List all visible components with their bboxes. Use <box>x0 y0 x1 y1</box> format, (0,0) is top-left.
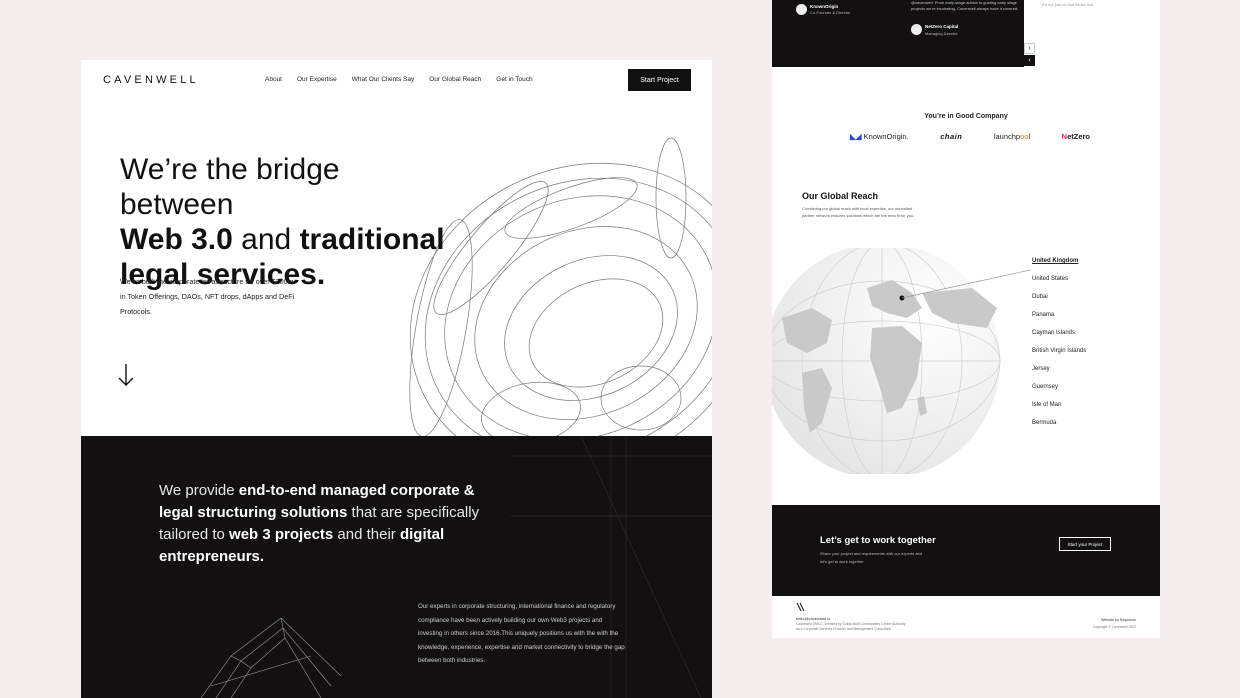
avatar <box>911 24 922 35</box>
footer-copyright: Copyright © Cavenwell 2022 <box>1092 625 1136 629</box>
testimonials-section: KnownOrigin Co-Founder & Director @caven… <box>772 0 1024 67</box>
launchpool-text-c: l <box>1028 132 1031 141</box>
nav-link-contact[interactable]: Get in Touch <box>496 76 532 83</box>
homepage-mockup: CAVENWELL About Our Expertise What Our C… <box>81 60 712 698</box>
testimonial-side-text: It's not just us that thinks that <box>1042 2 1094 7</box>
nav-link-about[interactable]: About <box>265 76 282 83</box>
about-heading: We provide end-to-end managed corporate … <box>159 480 489 568</box>
about-bold-2: web 3 projects <box>229 526 334 543</box>
chain-logo: chain <box>940 132 963 141</box>
hero-and: and <box>232 223 300 256</box>
hero-bold-traditional: traditional <box>299 223 445 256</box>
netzero-logo: NetZero <box>1062 132 1090 141</box>
nav-link-reach[interactable]: Our Global Reach <box>429 76 481 83</box>
nav-links: About Our Expertise What Our Clients Say… <box>265 76 533 83</box>
hero-paragraph: We’ve built the corporate infrastructure… <box>120 277 295 316</box>
knownorigin-text: KnownOrigin. <box>863 132 909 141</box>
footer-logo-icon <box>796 602 805 612</box>
netzero-text: etZero <box>1067 132 1090 141</box>
country-item-united-states[interactable]: United States <box>1032 276 1086 294</box>
global-reach-title: Our Global Reach <box>802 191 879 201</box>
inner-page-mockup: KnownOrigin Co-Founder & Director @caven… <box>772 0 1160 638</box>
about-text-3: and their <box>333 526 400 543</box>
start-project-button[interactable]: Start Project <box>628 69 691 91</box>
about-paragraph: Our experts in corporate structuring, in… <box>418 603 625 664</box>
cta-title: Let’s get to work together <box>820 535 936 546</box>
hero-heading: We’re the bridge between Web 3.0 and tra… <box>120 152 460 292</box>
prev-testimonial-button[interactable]: ‹ <box>1024 55 1035 66</box>
top-nav: CAVENWELL About Our Expertise What Our C… <box>81 60 712 100</box>
launchpool-text-a: launchp <box>993 132 1021 141</box>
nav-link-clients[interactable]: What Our Clients Say <box>352 76 415 83</box>
testimonial-author-1: KnownOrigin <box>810 4 839 9</box>
country-item-jersey[interactable]: Jersey <box>1032 366 1086 384</box>
hero-bold-web3: Web 3.0 <box>120 223 233 256</box>
site-logo[interactable]: CAVENWELL <box>103 74 199 86</box>
country-list: United Kingdom United States Dubai Panam… <box>1032 258 1086 438</box>
hero-line-1: We’re the bridge between <box>120 153 340 221</box>
country-item-panama[interactable]: Panama <box>1032 312 1086 330</box>
country-item-united-kingdom[interactable]: United Kingdom <box>1032 258 1086 276</box>
cta-paragraph: Share your project and requirements with… <box>820 551 923 564</box>
country-connector-line <box>902 269 1031 299</box>
footer-email-link[interactable]: hello@cavenwell.io <box>796 616 830 621</box>
wireframe-shape-illustration <box>200 617 341 698</box>
testimonial-role-2: Managing Director <box>925 31 958 36</box>
testimonial-role-1: Co-Founder & Director <box>810 10 851 15</box>
avatar <box>796 4 807 15</box>
country-item-cayman-islands[interactable]: Cayman Islands <box>1032 330 1086 348</box>
start-your-project-button[interactable]: Start your Project <box>1059 537 1111 551</box>
knownorigin-logo: ◣◢ KnownOrigin. <box>850 132 909 141</box>
nav-link-expertise[interactable]: Our Expertise <box>297 76 337 83</box>
footer-credit[interactable]: Website by Sequence <box>1101 618 1136 622</box>
testimonial-author-2: NetZero Capital <box>925 24 959 29</box>
arrow-down-icon[interactable] <box>117 362 135 388</box>
partner-logos: ◣◢ KnownOrigin. chain launchpool NetZero <box>850 132 1090 141</box>
country-item-isle-of-man[interactable]: Isle of Man <box>1032 402 1086 420</box>
testimonial-quote: @cavenwell. From early-stage advice to g… <box>911 0 1019 11</box>
about-text-1: We provide <box>159 482 239 499</box>
knownorigin-mark: ◣◢ <box>850 132 862 141</box>
cta-section: Let’s get to work together Share your pr… <box>772 505 1160 596</box>
country-item-bermuda[interactable]: Bermuda <box>1032 420 1086 438</box>
country-item-dubai[interactable]: Dubai <box>1032 294 1086 312</box>
next-testimonial-button[interactable]: › <box>1024 43 1035 54</box>
country-item-british-virgin-islands[interactable]: British Virgin Islands <box>1032 348 1086 366</box>
good-company-title: You’re in Good Company <box>924 113 1008 120</box>
global-reach-paragraph: Combining our global reach with local ex… <box>802 206 915 218</box>
country-item-guernsey[interactable]: Guernsey <box>1032 384 1086 402</box>
footer-legal-text: Cavenwell DMCC, licensed by Dubai Multi … <box>796 622 906 631</box>
about-section: We provide end-to-end managed corporate … <box>81 436 712 698</box>
launchpool-logo: launchpool <box>994 132 1030 141</box>
